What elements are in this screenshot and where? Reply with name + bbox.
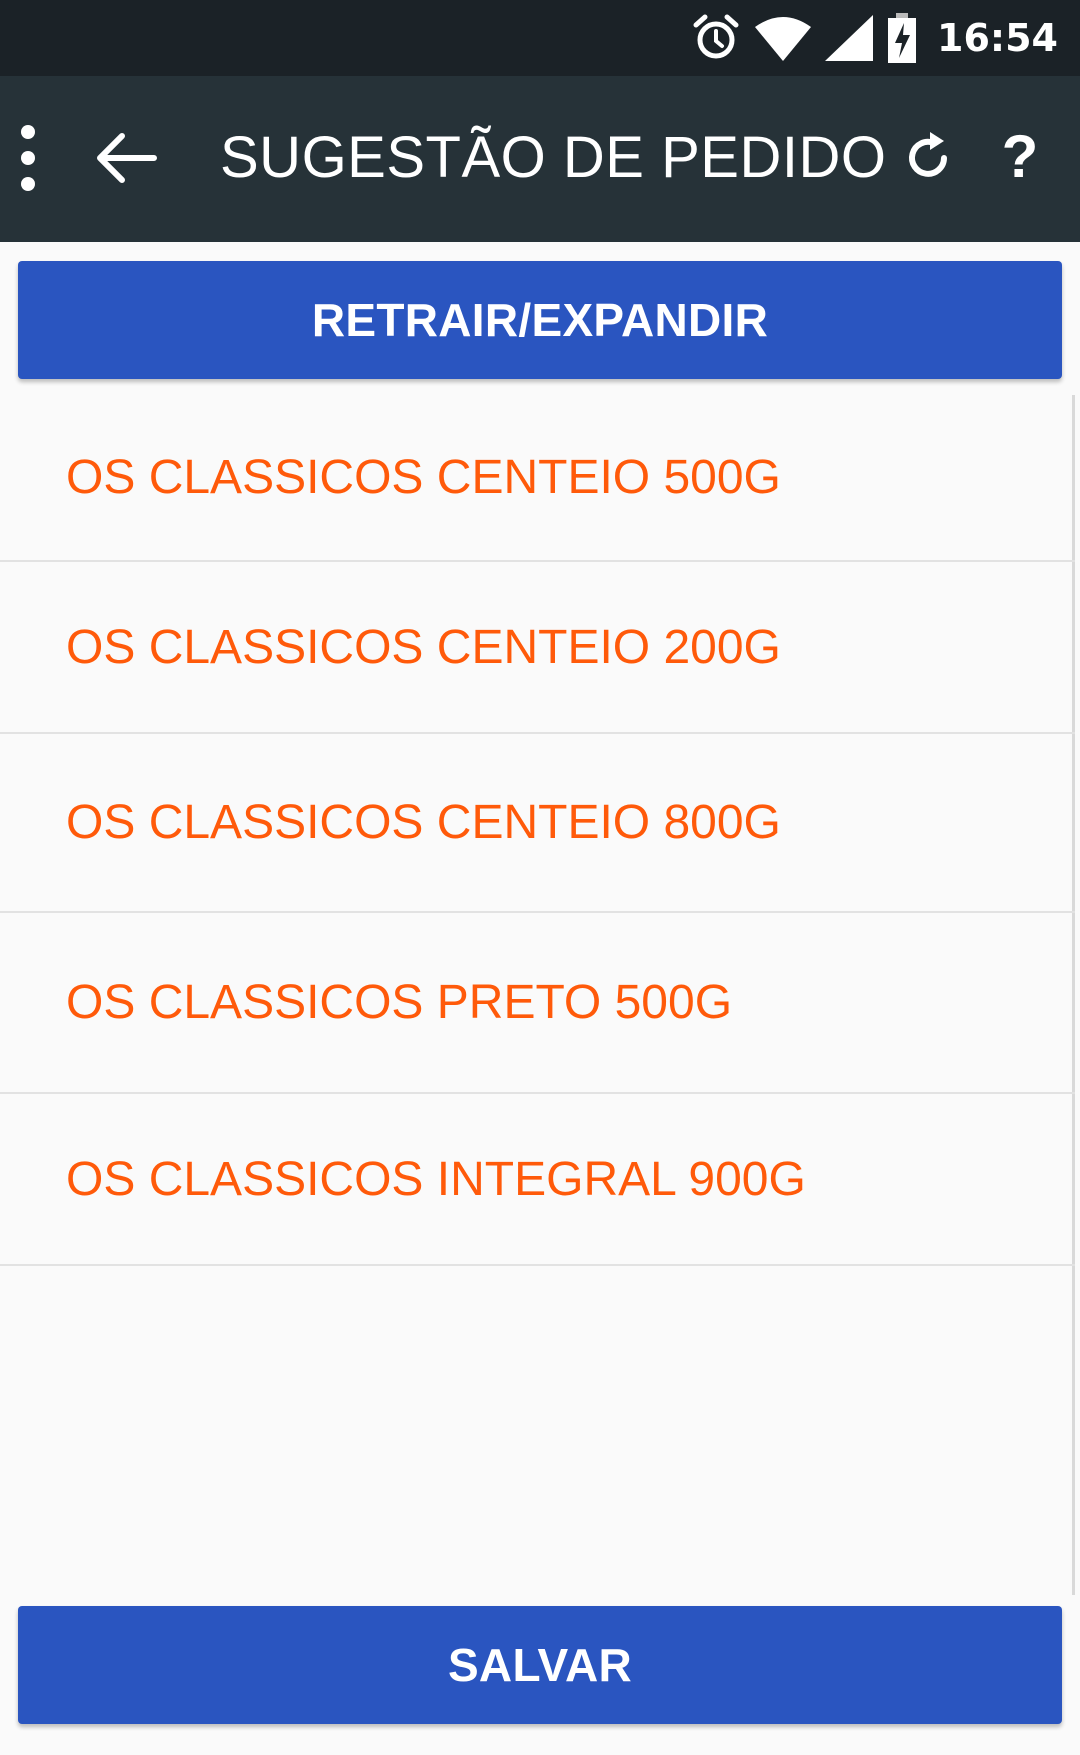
alarm-icon xyxy=(693,14,739,59)
list-item[interactable]: OS CLASSICOS CENTEIO 500G xyxy=(0,395,1075,562)
list-item[interactable]: OS CLASSICOS CENTEIO 200G xyxy=(0,562,1075,734)
help-button[interactable]: ? xyxy=(990,124,1050,190)
battery-charging-icon xyxy=(888,13,917,63)
expand-collapse-button[interactable]: RETRAIR/EXPANDIR xyxy=(18,261,1062,379)
refresh-icon xyxy=(909,132,947,177)
back-button[interactable] xyxy=(92,128,160,188)
product-name: OS CLASSICOS CENTEIO 500G xyxy=(66,451,781,504)
wifi-icon xyxy=(755,17,812,61)
list-item[interactable]: OS CLASSICOS INTEGRAL 900G xyxy=(0,1094,1075,1266)
product-name: OS CLASSICOS PRETO 500G xyxy=(66,976,733,1029)
product-list: OS CLASSICOS CENTEIO 500G OS CLASSICOS C… xyxy=(0,395,1075,1595)
product-name: OS CLASSICOS INTEGRAL 900G xyxy=(66,1152,806,1206)
list-item[interactable]: OS CLASSICOS PRETO 500G xyxy=(0,913,1075,1094)
save-button[interactable]: SALVAR xyxy=(18,1606,1062,1724)
status-time: 16:54 xyxy=(937,16,1058,60)
page-title: SUGESTÃO DE PEDIDO xyxy=(220,125,887,190)
status-bar: 16:54 xyxy=(0,0,1080,76)
arrow-back-icon xyxy=(97,133,157,183)
app-toolbar: SUGESTÃO DE PEDIDO ? xyxy=(0,76,1080,242)
product-name: OS CLASSICOS CENTEIO 800G xyxy=(66,796,781,849)
product-name: OS CLASSICOS CENTEIO 200G xyxy=(66,620,781,674)
more-options-button[interactable] xyxy=(8,120,48,196)
refresh-button[interactable] xyxy=(898,128,958,188)
list-item[interactable]: OS CLASSICOS CENTEIO 800G xyxy=(0,734,1075,913)
status-icons: 16:54 xyxy=(691,10,1058,66)
more-vert-icon xyxy=(21,125,35,191)
signal-icon xyxy=(825,15,874,61)
